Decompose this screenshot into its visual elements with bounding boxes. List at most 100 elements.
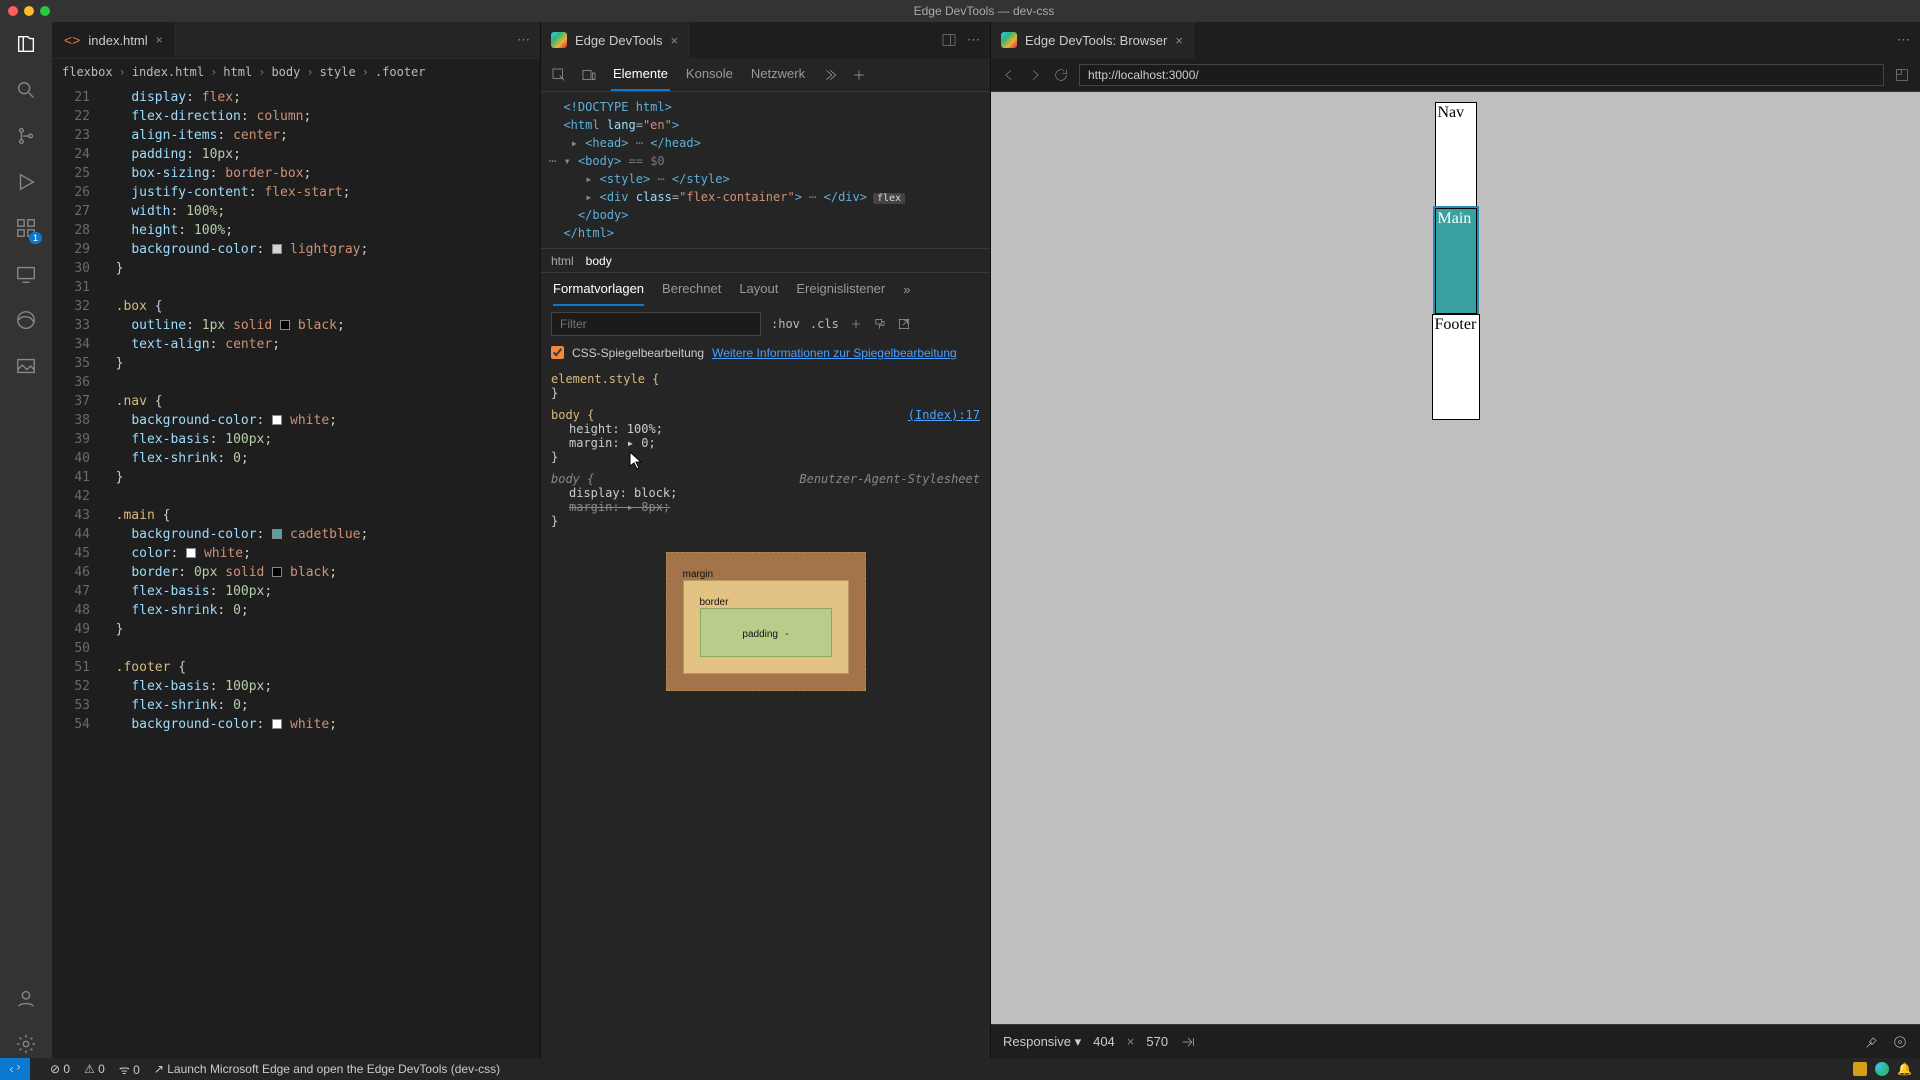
debug-icon[interactable] — [12, 168, 40, 196]
status-yellow-icon[interactable] — [1853, 1062, 1867, 1076]
titlebar: Edge DevTools — dev-css — [0, 0, 1920, 22]
tab-elemente[interactable]: Elemente — [611, 58, 670, 91]
preview-nav-box: Nav — [1435, 102, 1477, 208]
eyedropper-icon[interactable] — [1864, 1034, 1880, 1050]
breadcrumb-item[interactable]: body — [271, 65, 300, 79]
url-bar[interactable] — [1079, 64, 1884, 86]
devtools-tab-label: Edge DevTools — [575, 33, 662, 48]
box-model-diagram[interactable]: margin border padding - — [666, 552, 866, 691]
tab-edge-browser[interactable]: Edge DevTools: Browser × — [991, 22, 1194, 58]
editor-more-icon[interactable]: ⋯ — [507, 22, 540, 58]
tab-berechnet[interactable]: Berechnet — [662, 273, 721, 306]
window-minimize-dot[interactable] — [24, 6, 34, 16]
tab-konsole[interactable]: Konsole — [684, 58, 735, 91]
breadcrumb-item[interactable]: style — [320, 65, 356, 79]
close-icon[interactable]: × — [156, 33, 163, 47]
split-layout-icon[interactable] — [941, 32, 957, 48]
edge-icon[interactable] — [12, 306, 40, 334]
breadcrumb-item[interactable]: flexbox — [62, 65, 113, 79]
window-title: Edge DevTools — dev-css — [56, 4, 1912, 18]
css-mirror-link[interactable]: Weitere Informationen zur Spiegelbearbei… — [712, 346, 957, 360]
dom-tree[interactable]: <!DOCTYPE html> <html lang="en"> ▸ <head… — [541, 92, 990, 248]
viewport-height[interactable]: 570 — [1146, 1034, 1168, 1049]
tab-edge-devtools[interactable]: Edge DevTools × — [541, 22, 689, 58]
editor-tab-label: index.html — [88, 33, 147, 48]
flex-badge[interactable]: flex — [873, 193, 905, 204]
nav-back-icon[interactable] — [1001, 67, 1017, 83]
inspect-element-icon[interactable] — [551, 67, 567, 83]
line-gutter: 2122232425262728293031323334353637383940… — [52, 84, 100, 1058]
browser-tab-label: Edge DevTools: Browser — [1025, 33, 1167, 48]
css-mirror-label: CSS-Spiegelbearbeitung — [572, 346, 704, 360]
hov-toggle[interactable]: :hov — [771, 317, 800, 331]
chevron-down-icon: ▾ — [1075, 1034, 1082, 1049]
code-area[interactable]: display: flex; flex-direction: column; a… — [100, 84, 540, 1058]
extensions-icon[interactable]: 1 — [12, 214, 40, 242]
browser-panel: Edge DevTools: Browser × ⋯ Nav Main Foot… — [990, 22, 1920, 1058]
editor-tabs: <> index.html × ⋯ — [52, 22, 540, 58]
chevron-right-icon[interactable] — [821, 67, 837, 83]
dom-breadcrumb[interactable]: html body — [541, 248, 990, 272]
activity-bar: 1 — [0, 22, 52, 1058]
rule-source-link[interactable]: (Index):17 — [908, 408, 980, 422]
breadcrumb[interactable]: flexbox›index.html›html›body›style›.foot… — [52, 58, 540, 84]
editor-tab-index-html[interactable]: <> index.html × — [52, 22, 176, 58]
css-rules[interactable]: element.style { } (Index):17 body { heig… — [541, 368, 990, 540]
chevron-right-icon[interactable]: » — [903, 282, 910, 297]
image-icon[interactable] — [12, 352, 40, 380]
tab-ereignislistener[interactable]: Ereignislistener — [796, 273, 885, 306]
styles-filter-input[interactable] — [551, 312, 761, 336]
target-icon[interactable] — [1892, 1034, 1908, 1050]
window-close-dot[interactable] — [8, 6, 18, 16]
breadcrumb-item[interactable]: .footer — [375, 65, 426, 79]
close-icon[interactable]: × — [1175, 33, 1183, 48]
plus-icon[interactable] — [849, 317, 863, 331]
search-icon[interactable] — [12, 76, 40, 104]
status-bar: ⊘ 0 ⚠ 0 ᯤ 0 ↗ Launch Microsoft Edge and … — [0, 1058, 1920, 1080]
devtools-panel: Edge DevTools × ⋯ Elemente Konsole Netzw… — [540, 22, 990, 1058]
edge-logo-icon — [551, 32, 567, 48]
launch-hint[interactable]: ↗ Launch Microsoft Edge and open the Edg… — [154, 1062, 500, 1076]
error-count[interactable]: ⊘ 0 — [50, 1062, 70, 1076]
tab-layout[interactable]: Layout — [739, 273, 778, 306]
explorer-icon[interactable] — [12, 30, 40, 58]
tab-netzwerk[interactable]: Netzwerk — [749, 58, 807, 91]
preview-footer-box: Footer — [1432, 314, 1480, 420]
port-count[interactable]: ᯤ 0 — [119, 1061, 140, 1078]
status-edge-icon[interactable] — [1875, 1062, 1889, 1076]
more-icon[interactable]: ⋯ — [967, 32, 980, 48]
window-maximize-dot[interactable] — [40, 6, 50, 16]
source-control-icon[interactable] — [12, 122, 40, 150]
warning-count[interactable]: ⚠ 0 — [84, 1062, 105, 1076]
device-mode-select[interactable]: Responsive ▾ — [1003, 1034, 1081, 1050]
settings-gear-icon[interactable] — [12, 1030, 40, 1058]
rotate-icon[interactable] — [1180, 1034, 1196, 1050]
screenshot-icon[interactable] — [1894, 67, 1910, 83]
css-mirror-checkbox[interactable] — [551, 346, 564, 359]
preview-viewport: Nav Main Footer — [991, 92, 1920, 1024]
editor-panel: <> index.html × ⋯ flexbox›index.html›htm… — [52, 22, 540, 1058]
device-toolbar-icon[interactable] — [581, 67, 597, 83]
dom-path-body[interactable]: body — [586, 254, 612, 268]
popout-icon[interactable] — [897, 317, 911, 331]
cls-toggle[interactable]: .cls — [810, 317, 839, 331]
preview-main-box: Main — [1435, 208, 1477, 314]
notification-bell-icon[interactable]: 🔔 — [1897, 1062, 1912, 1076]
nav-reload-icon[interactable] — [1053, 67, 1069, 83]
breadcrumb-item[interactable]: html — [223, 65, 252, 79]
viewport-width[interactable]: 404 — [1093, 1034, 1115, 1049]
breadcrumb-item[interactable]: index.html — [132, 65, 204, 79]
dom-path-html[interactable]: html — [551, 254, 574, 268]
more-icon[interactable]: ⋯ — [1887, 32, 1920, 48]
paint-icon[interactable] — [873, 317, 887, 331]
remote-status-icon[interactable] — [0, 1058, 30, 1080]
nav-forward-icon[interactable] — [1027, 67, 1043, 83]
close-icon[interactable]: × — [670, 33, 678, 48]
plus-icon[interactable] — [851, 67, 867, 83]
extensions-badge: 1 — [29, 232, 42, 244]
remote-icon[interactable] — [12, 260, 40, 288]
account-icon[interactable] — [12, 984, 40, 1012]
tab-formatvorlagen[interactable]: Formatvorlagen — [553, 273, 644, 306]
edge-logo-icon — [1001, 32, 1017, 48]
dimension-separator: × — [1127, 1034, 1135, 1049]
